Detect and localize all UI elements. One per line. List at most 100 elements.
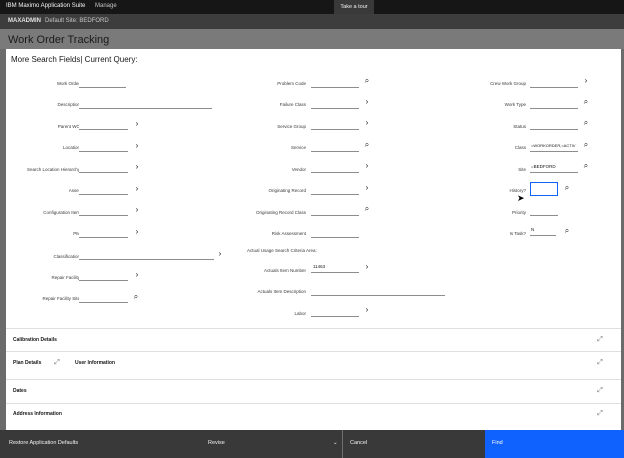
chevron-right-icon[interactable]: › <box>361 262 373 272</box>
risk-assessment-field[interactable] <box>311 227 359 238</box>
expand-icon[interactable]: ⤢ <box>595 335 605 345</box>
service-field[interactable] <box>311 141 359 152</box>
site-bar: MAXADMIN Default Site: BEDFORD <box>0 14 624 29</box>
history-field[interactable] <box>530 182 558 196</box>
search-icon[interactable]: ⌕ <box>580 161 592 171</box>
vendor-field[interactable] <box>311 162 359 173</box>
search-icon[interactable]: ⌕ <box>580 118 592 128</box>
dates-section[interactable]: Dates ⤢ <box>6 379 621 404</box>
section-title: Calibration Details <box>13 337 57 343</box>
chevron-right-icon[interactable]: › <box>361 161 373 171</box>
parent-wo-label: Parent WO <box>57 124 80 129</box>
dialog-footer: Restore Application Defaults Revise ⌄ Ca… <box>0 430 624 458</box>
revise-dropdown[interactable]: Revise ⌄ <box>200 430 342 458</box>
problem-code-field[interactable] <box>311 77 359 88</box>
repair-facility-label: Repair Facility <box>51 275 80 280</box>
failure-class-label: Failure Class <box>279 102 306 107</box>
expand-icon[interactable]: ⤢ <box>595 409 605 419</box>
class-label: Class <box>514 145 526 150</box>
user-name: MAXADMIN <box>8 18 41 24</box>
work-order-field[interactable] <box>79 77 126 88</box>
configuration-item-field[interactable] <box>79 205 128 216</box>
actual-usage-area-label: Actual Usage Search Criteria Area: <box>247 248 317 253</box>
revise-label: Revise <box>208 440 225 446</box>
parent-wo-field[interactable] <box>79 119 128 130</box>
find-button[interactable]: Find <box>485 430 624 458</box>
section-title: Dates <box>13 388 27 394</box>
originating-record-class-field[interactable] <box>311 205 359 216</box>
calibration-details-section[interactable]: Calibration Details ⤢ <box>6 328 621 352</box>
suite-brand[interactable]: IBM Maximo Application Suite <box>6 3 85 9</box>
expand-icon[interactable]: ⤢ <box>595 386 605 396</box>
take-a-tour-button[interactable]: Take a tour <box>334 0 374 14</box>
location-field[interactable] <box>79 141 128 152</box>
page-title: Work Order Tracking <box>8 34 110 46</box>
service-label: Service <box>290 145 306 150</box>
search-icon[interactable]: ⌕ <box>580 97 592 107</box>
failure-class-field[interactable] <box>311 98 359 109</box>
originating-record-field[interactable] <box>311 184 359 195</box>
repair-facility-site-label: Repair Facility Site <box>42 296 80 301</box>
asset-field[interactable] <box>79 184 128 195</box>
is-task-field[interactable]: N <box>530 225 556 236</box>
problem-code-label: Problem Code <box>277 81 306 86</box>
repair-facility-site-field[interactable] <box>79 292 128 303</box>
classification-field[interactable] <box>79 249 214 260</box>
description-label: Description <box>57 102 80 107</box>
chevron-right-icon[interactable]: › <box>131 141 143 151</box>
chevron-right-icon[interactable]: › <box>131 270 143 280</box>
search-icon[interactable]: ⌕ <box>561 226 573 236</box>
chevron-right-icon[interactable]: › <box>131 227 143 237</box>
site-value: =BEDFORD <box>531 164 556 169</box>
status-field[interactable] <box>530 119 578 130</box>
search-location-hierarchy-field[interactable] <box>79 162 128 173</box>
dialog-title: More Search Fields| Current Query: <box>11 55 138 64</box>
chevron-right-icon[interactable]: › <box>361 118 373 128</box>
manage-link[interactable]: Manage <box>95 3 117 9</box>
user-information-title: User Information <box>75 360 116 366</box>
chevron-right-icon[interactable]: › <box>580 76 592 86</box>
chevron-right-icon[interactable]: › <box>361 305 373 315</box>
service-group-field[interactable] <box>311 119 359 130</box>
expand-icon[interactable]: ⤢ <box>52 358 62 368</box>
labor-field[interactable] <box>311 306 359 317</box>
search-icon[interactable]: ⌕ <box>361 76 373 86</box>
chevron-down-icon: ⌄ <box>333 440 338 446</box>
chevron-right-icon[interactable]: › <box>131 119 143 129</box>
chevron-right-icon[interactable]: › <box>361 97 373 107</box>
restore-defaults-button[interactable]: Restore Application Defaults <box>0 430 200 458</box>
pm-field[interactable] <box>79 227 128 238</box>
search-icon[interactable]: ⌕ <box>130 292 142 302</box>
cancel-button[interactable]: Cancel <box>343 430 485 458</box>
crew-work-group-field[interactable] <box>530 77 578 88</box>
actuals-item-description-field[interactable] <box>311 285 445 296</box>
originating-record-class-label: Originating Record Class <box>255 210 306 215</box>
labor-label: Labor <box>294 311 306 316</box>
address-information-section[interactable]: Address Information ⤢ <box>6 403 621 430</box>
search-icon[interactable]: ⌕ <box>580 140 592 150</box>
repair-facility-field[interactable] <box>79 270 128 281</box>
site-field[interactable]: =BEDFORD <box>530 162 578 173</box>
configuration-item-label: Configuration Item <box>43 210 80 215</box>
priority-label: Priority <box>511 210 526 215</box>
chevron-right-icon[interactable]: › <box>131 205 143 215</box>
search-icon[interactable]: ⌕ <box>361 204 373 214</box>
plan-details-section[interactable]: Plan Details ⤢ User Information ⤢ <box>6 351 621 380</box>
actuals-item-number-label: Actuals Item Number <box>263 268 306 273</box>
chevron-right-icon[interactable]: › <box>214 249 226 259</box>
class-field[interactable]: =WORKORDER,=ACTIV <box>530 141 578 152</box>
actuals-item-number-field[interactable]: 11463 <box>311 262 359 273</box>
chevron-right-icon[interactable]: › <box>361 183 373 193</box>
search-icon[interactable]: ⌕ <box>561 183 573 193</box>
search-icon[interactable]: ⌕ <box>361 140 373 150</box>
classification-label: Classification <box>53 254 80 259</box>
work-type-field[interactable] <box>530 98 578 109</box>
expand-icon[interactable]: ⤢ <box>595 358 605 368</box>
chevron-right-icon[interactable]: › <box>131 184 143 194</box>
plan-details-title: Plan Details <box>13 360 42 366</box>
location-label: Location <box>62 145 80 150</box>
priority-field[interactable] <box>530 205 558 216</box>
chevron-right-icon[interactable]: › <box>131 162 143 172</box>
description-field[interactable] <box>79 98 212 109</box>
default-site: Default Site: BEDFORD <box>45 18 109 24</box>
